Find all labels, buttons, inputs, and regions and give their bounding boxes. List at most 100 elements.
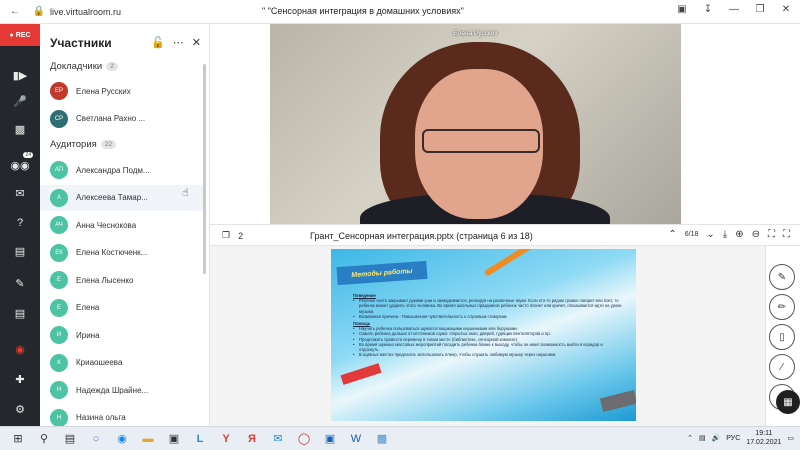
- minimize-button[interactable]: —: [726, 4, 742, 15]
- participant-row[interactable]: Н Надежда Шрайне...: [40, 377, 205, 403]
- speaker-video[interactable]: Елена Русских: [270, 24, 681, 224]
- presentation-button[interactable]: ▤: [9, 242, 31, 260]
- speakers-section[interactable]: Докладчики 2: [50, 61, 118, 72]
- panel-title: Участники: [50, 36, 112, 50]
- slide-viewport: Методы работы ПоведениеРебенок часто зак…: [210, 246, 765, 426]
- close-window-button[interactable]: ✕: [778, 4, 794, 15]
- back-arrow-icon[interactable]: ←: [8, 5, 22, 19]
- explorer-icon[interactable]: ▬: [136, 429, 160, 449]
- restore-button[interactable]: ❐: [752, 4, 768, 15]
- mail-icon[interactable]: ✉: [266, 429, 290, 449]
- windows-start-icon[interactable]: ⊞: [6, 429, 30, 449]
- camera-button[interactable]: ▮▶: [9, 66, 31, 84]
- participant-row[interactable]: Н Назина ольга: [40, 405, 205, 426]
- layout-switcher[interactable]: ❐ 2: [222, 230, 243, 241]
- slide-bullet: Ребенок часто закрывает руками уши и заж…: [353, 298, 623, 314]
- opera-icon[interactable]: ◯: [292, 429, 316, 449]
- zoom-out-icon[interactable]: ⊖: [752, 229, 760, 240]
- participant-name: Криаошеева: [76, 358, 123, 367]
- draw-button[interactable]: ✎: [9, 274, 31, 292]
- volume-icon[interactable]: 🔊: [712, 434, 721, 442]
- slide-bullet-list: Научить ребенка пользоваться шумопоглоща…: [353, 326, 623, 357]
- fullscreen-icon[interactable]: ⛶: [783, 229, 790, 240]
- screen-share-button[interactable]: ▩: [9, 120, 31, 138]
- yandex-icon[interactable]: Y: [214, 429, 238, 449]
- address-bar[interactable]: live.virtualroom.ru: [50, 7, 121, 17]
- participant-row[interactable]: И Ирина: [40, 322, 205, 348]
- slide[interactable]: Методы работы ПоведениеРебенок часто зак…: [331, 249, 636, 421]
- chat-button[interactable]: ✉: [9, 184, 31, 202]
- record-indicator[interactable]: ● REC: [0, 24, 40, 46]
- close-icon[interactable]: ✕: [192, 36, 201, 49]
- pen-tool[interactable]: ✎: [769, 264, 795, 290]
- photos-icon[interactable]: ▣: [318, 429, 342, 449]
- avatar: Е: [50, 271, 68, 289]
- video-figure-glasses: [422, 129, 540, 153]
- cortana-icon[interactable]: ○: [84, 429, 108, 449]
- more-icon[interactable]: ⋯: [173, 36, 184, 49]
- clock[interactable]: 19:11 17.02.2021: [746, 429, 781, 447]
- line-tool[interactable]: ∕: [769, 354, 795, 380]
- search-icon[interactable]: ⚲: [32, 429, 56, 449]
- settings-button[interactable]: ⚙: [9, 400, 31, 418]
- clock-time: 19:11: [755, 430, 773, 437]
- edge-icon[interactable]: ◉: [110, 429, 134, 449]
- participant-name: Ирина: [76, 330, 100, 340]
- language-indicator[interactable]: РУС: [726, 435, 740, 442]
- download-icon[interactable]: ↧: [700, 4, 716, 15]
- line-icon: ∕: [781, 361, 783, 373]
- participant-row[interactable]: ЕК Елена Костюченк...: [40, 240, 205, 266]
- app-icon[interactable]: ▩: [370, 429, 394, 449]
- download-icon[interactable]: ⤓: [723, 229, 727, 240]
- task-view-icon[interactable]: ▤: [58, 429, 82, 449]
- participant-row[interactable]: СР Светлана Рахно ...: [40, 106, 205, 132]
- participant-row[interactable]: ЕР Елена Русских: [40, 78, 205, 104]
- participant-row[interactable]: АЧ Анна Чеснокова: [40, 212, 205, 238]
- invite-button[interactable]: ✚: [9, 370, 31, 388]
- document-icon: ▤: [14, 307, 26, 320]
- lock-icon[interactable]: 🔒: [32, 5, 46, 19]
- chevron-up-icon[interactable]: ⌃: [687, 434, 693, 442]
- participant-row[interactable]: АП Александра Подм...: [40, 157, 205, 183]
- pen-icon: ✎: [777, 271, 787, 283]
- lock-icon[interactable]: 🔓: [151, 36, 165, 49]
- participants-badge: 24: [23, 152, 33, 158]
- participant-row[interactable]: К Криаошеева: [40, 350, 205, 376]
- question-button[interactable]: ?: [9, 214, 31, 232]
- document-button[interactable]: ▤: [9, 304, 31, 322]
- panel-tools: 🔓 ⋯ ✕: [151, 36, 201, 49]
- avatar: СР: [50, 109, 68, 128]
- mouse-cursor-icon: ☝: [182, 187, 189, 199]
- network-icon[interactable]: ▤: [699, 434, 706, 442]
- record-circle-icon: ◉: [15, 343, 25, 356]
- participant-row[interactable]: Е Елена Лысенко: [40, 267, 205, 293]
- brush-tool[interactable]: ✏: [769, 294, 795, 320]
- marker-tool[interactable]: ▯: [769, 324, 795, 350]
- grid-menu-button[interactable]: ▦: [776, 390, 800, 414]
- gray-stripe-decoration: [599, 389, 636, 413]
- marker-icon: ▯: [779, 331, 785, 343]
- speakers-count: 2: [106, 62, 118, 71]
- zoom-in-icon[interactable]: ⊕: [735, 229, 743, 240]
- panel-scrollbar[interactable]: [203, 64, 206, 274]
- app-l-icon[interactable]: L: [188, 429, 212, 449]
- layout-count: 2: [238, 230, 244, 241]
- speakers-label: Докладчики: [50, 61, 103, 72]
- word-icon[interactable]: W: [344, 429, 368, 449]
- broadcast-button[interactable]: ◉: [9, 340, 31, 358]
- page-indicator[interactable]: 6/18: [685, 231, 699, 238]
- chat-icon: ✉: [15, 187, 25, 200]
- participant-row[interactable]: А Алексеева Тамар...: [40, 184, 205, 211]
- notifications-icon[interactable]: ▭: [787, 434, 794, 442]
- camera-permission-icon[interactable]: ▣: [674, 4, 690, 15]
- microphone-button[interactable]: 🎤: [9, 92, 31, 110]
- participants-button[interactable]: ◉◉ 24: [9, 152, 33, 174]
- crop-icon[interactable]: ⛶: [768, 229, 775, 240]
- chevron-up-icon[interactable]: ⌃: [668, 229, 676, 240]
- participant-row[interactable]: Е Елена: [40, 295, 205, 321]
- chevron-down-icon[interactable]: ⌄: [706, 229, 714, 240]
- store-icon[interactable]: ▣: [162, 429, 186, 449]
- yandex-browser-icon[interactable]: Я: [240, 429, 264, 449]
- audience-section[interactable]: Аудитория 22: [50, 139, 117, 150]
- avatar: АП: [50, 161, 68, 179]
